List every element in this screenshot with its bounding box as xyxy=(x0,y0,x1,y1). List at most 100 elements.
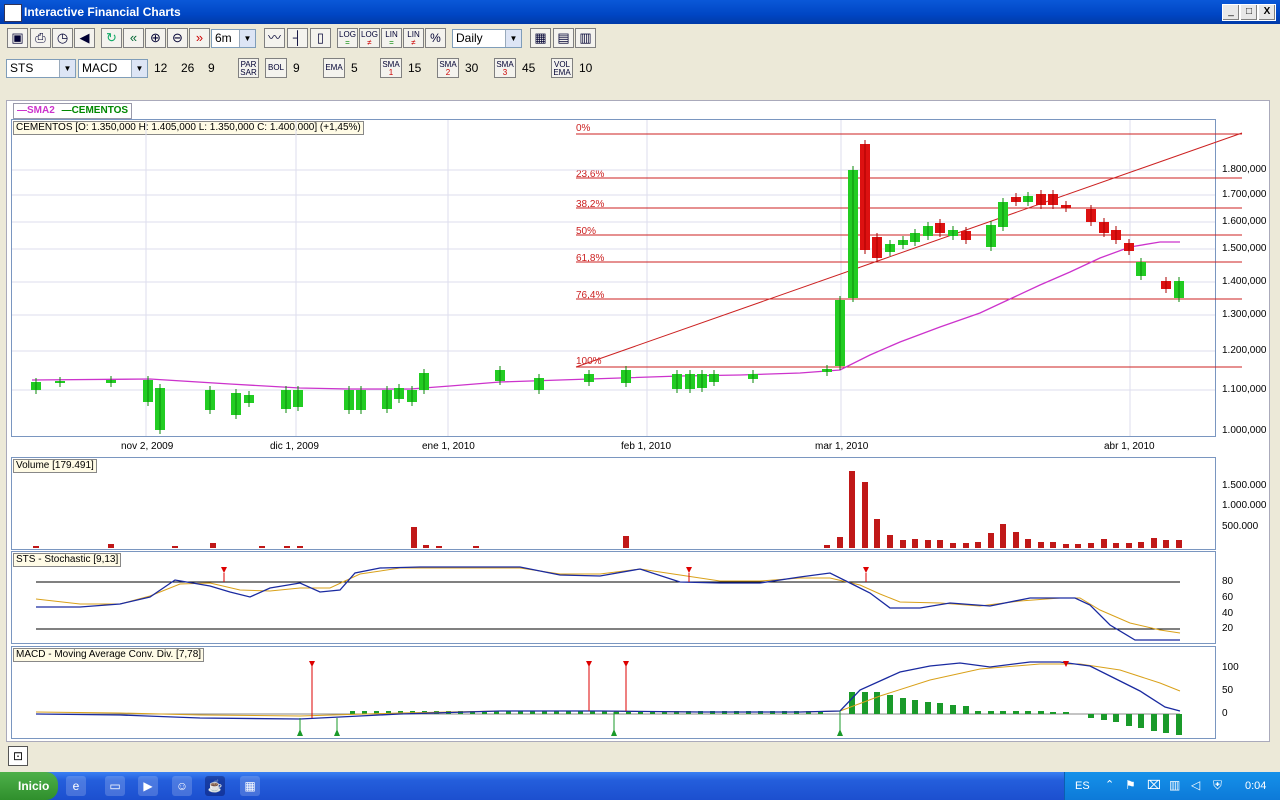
stoch-y-tick: 20 xyxy=(1222,623,1234,634)
sma2-bottom: 2 xyxy=(445,68,451,77)
par-sar-button[interactable]: PAR SAR xyxy=(238,58,259,78)
stochastic-label: STS - Stochastic [9,13] xyxy=(13,553,122,567)
language-indicator[interactable]: ES xyxy=(1075,780,1090,792)
stoch-y-tick: 60 xyxy=(1222,592,1234,603)
price-panel[interactable] xyxy=(11,119,1216,437)
data-table-icon[interactable]: ▥ xyxy=(575,28,596,48)
indicator-value: MACD xyxy=(82,61,118,75)
legend-sma2-label: SMA2 xyxy=(27,105,55,116)
chevron-down-icon: ▼ xyxy=(505,30,521,47)
macd-slow-field[interactable]: 26 xyxy=(181,59,194,78)
lin-equal-bottom: = xyxy=(389,38,394,47)
minimize-button[interactable]: _ xyxy=(1222,4,1240,21)
bar-chart-icon[interactable]: ┤ xyxy=(287,28,308,48)
fib-label: 61,8% xyxy=(576,253,605,264)
close-button[interactable]: X xyxy=(1258,4,1276,21)
app-icon[interactable]: ☺ xyxy=(172,776,192,796)
vol-y-tick: 500.000 xyxy=(1222,521,1259,532)
line-chart-icon[interactable]: 〰 xyxy=(264,28,285,48)
sma1-button[interactable]: SMA 1 xyxy=(380,58,402,78)
x-tick: ene 1, 2010 xyxy=(422,441,475,452)
sma1-bottom: 1 xyxy=(388,68,394,77)
percent-button[interactable]: % xyxy=(425,28,446,48)
lin-equal-button[interactable]: LIN = xyxy=(381,28,402,48)
rewind-icon[interactable]: « xyxy=(123,28,144,48)
period-select[interactable]: 6m ▼ xyxy=(211,29,256,48)
usb-icon[interactable]: ⌧ xyxy=(1147,778,1161,792)
stochastic-panel[interactable] xyxy=(11,551,1216,644)
new-window-icon[interactable]: ▣ xyxy=(7,28,28,48)
system-tray: ES ⌃ ⚑ ⌧ ▥ ◁ ⛨ 0:04 xyxy=(1064,772,1280,800)
vol-ema-field[interactable]: 10 xyxy=(579,59,592,78)
sound-icon[interactable]: ◀ xyxy=(74,28,95,48)
start-button[interactable]: Inicio xyxy=(0,772,58,800)
network-icon[interactable]: ▥ xyxy=(1169,778,1180,792)
calculator-icon[interactable]: ▦ xyxy=(240,776,260,796)
fib-label: 23,6% xyxy=(576,169,605,180)
bol-button[interactable]: BOL xyxy=(265,58,287,78)
chevron-down-icon: ▼ xyxy=(239,30,255,47)
java-task-icon[interactable]: ☕ xyxy=(205,776,225,796)
flag-icon[interactable]: ⚑ xyxy=(1125,778,1136,792)
ema-button[interactable]: EMA xyxy=(323,58,345,78)
log-equal-button[interactable]: LOG = xyxy=(337,28,358,48)
sma1-field[interactable]: 15 xyxy=(408,59,421,78)
sma2-button[interactable]: SMA 2 xyxy=(437,58,459,78)
main-toolbar: ▣ ⎙ ◷ ◀ ↻ « ⊕ ⊖ » 6m ▼ 〰 ┤ ▯ LOG = LOG ≠ LI… xyxy=(0,25,1280,53)
ema-field[interactable]: 5 xyxy=(351,59,358,78)
legend-cementos-label: CEMENTOS xyxy=(71,105,129,116)
fast-forward-icon[interactable]: » xyxy=(189,28,210,48)
indicator-toolbar: STS ▼ MACD ▼ 12 26 9 PAR SAR BOL 9 EMA 5 SM… xyxy=(0,55,1280,83)
indicator-select[interactable]: MACD ▼ xyxy=(78,59,148,78)
y-tick: 1.100,000 xyxy=(1222,384,1267,395)
fib-label: 38,2% xyxy=(576,199,605,210)
price-info-label: CEMENTOS [O: 1.350,000 H: 1.405,000 L: 1… xyxy=(13,121,364,135)
fib-label: 0% xyxy=(576,123,591,134)
macd-y-tick: 50 xyxy=(1222,685,1234,696)
volume-panel[interactable] xyxy=(11,457,1216,550)
vol-ema-button[interactable]: VOL EMA xyxy=(551,58,573,78)
y-tick: 1.300,000 xyxy=(1222,309,1267,320)
sma2-field[interactable]: 30 xyxy=(465,59,478,78)
maximize-button[interactable]: □ xyxy=(1240,4,1258,21)
macd-label: MACD - Moving Average Conv. Div. [7,78] xyxy=(13,648,205,662)
interval-select[interactable]: Daily ▼ xyxy=(452,29,522,48)
chart-window-icon[interactable]: ▤ xyxy=(553,28,574,48)
chevron-up-icon[interactable]: ⌃ xyxy=(1105,778,1114,791)
ie-icon[interactable]: e xyxy=(66,776,86,796)
candle-chart-icon[interactable]: ▯ xyxy=(310,28,331,48)
resize-icon[interactable]: ⊡ xyxy=(8,746,28,766)
security-icon[interactable]: ⛨ xyxy=(1213,778,1222,793)
explorer-icon[interactable]: ▭ xyxy=(105,776,125,796)
sma3-bottom: 3 xyxy=(502,68,508,77)
legend-cementos-swatch: — xyxy=(61,105,72,116)
log-notequal-button[interactable]: LOG ≠ xyxy=(359,28,380,48)
x-tick: mar 1, 2010 xyxy=(815,441,869,452)
volume-label: Volume [179.491] xyxy=(13,459,97,473)
color-palette-icon[interactable]: ▦ xyxy=(530,28,551,48)
fib-label: 50% xyxy=(576,226,597,237)
lin-notequal-button[interactable]: LIN ≠ xyxy=(403,28,424,48)
sma3-button[interactable]: SMA 3 xyxy=(494,58,516,78)
chevron-down-icon: ▼ xyxy=(131,60,147,77)
media-player-icon[interactable]: ▶ xyxy=(138,776,158,796)
legend-sma2-swatch: — xyxy=(17,105,27,116)
y-tick: 1.600,000 xyxy=(1222,216,1267,227)
macd-signal-field[interactable]: 9 xyxy=(208,59,215,78)
stoch-y-tick: 80 xyxy=(1222,576,1234,587)
volume-icon[interactable]: ◁ xyxy=(1191,778,1200,792)
timer-icon[interactable]: ◷ xyxy=(52,28,73,48)
vol-ema-bottom: EMA xyxy=(553,68,571,77)
macd-fast-field[interactable]: 12 xyxy=(154,59,167,78)
stoch-y-tick: 40 xyxy=(1222,608,1234,619)
x-tick: nov 2, 2009 xyxy=(121,441,174,452)
refresh-icon[interactable]: ↻ xyxy=(101,28,122,48)
zoom-in-icon[interactable]: ⊕ xyxy=(145,28,166,48)
zoom-out-icon[interactable]: ⊖ xyxy=(167,28,188,48)
sma3-field[interactable]: 45 xyxy=(522,59,535,78)
y-tick: 1.400,000 xyxy=(1222,276,1267,287)
y-tick: 1.200,000 xyxy=(1222,345,1267,356)
bol-field[interactable]: 9 xyxy=(293,59,300,78)
symbol-select[interactable]: STS ▼ xyxy=(6,59,76,78)
print-icon[interactable]: ⎙ xyxy=(30,28,51,48)
